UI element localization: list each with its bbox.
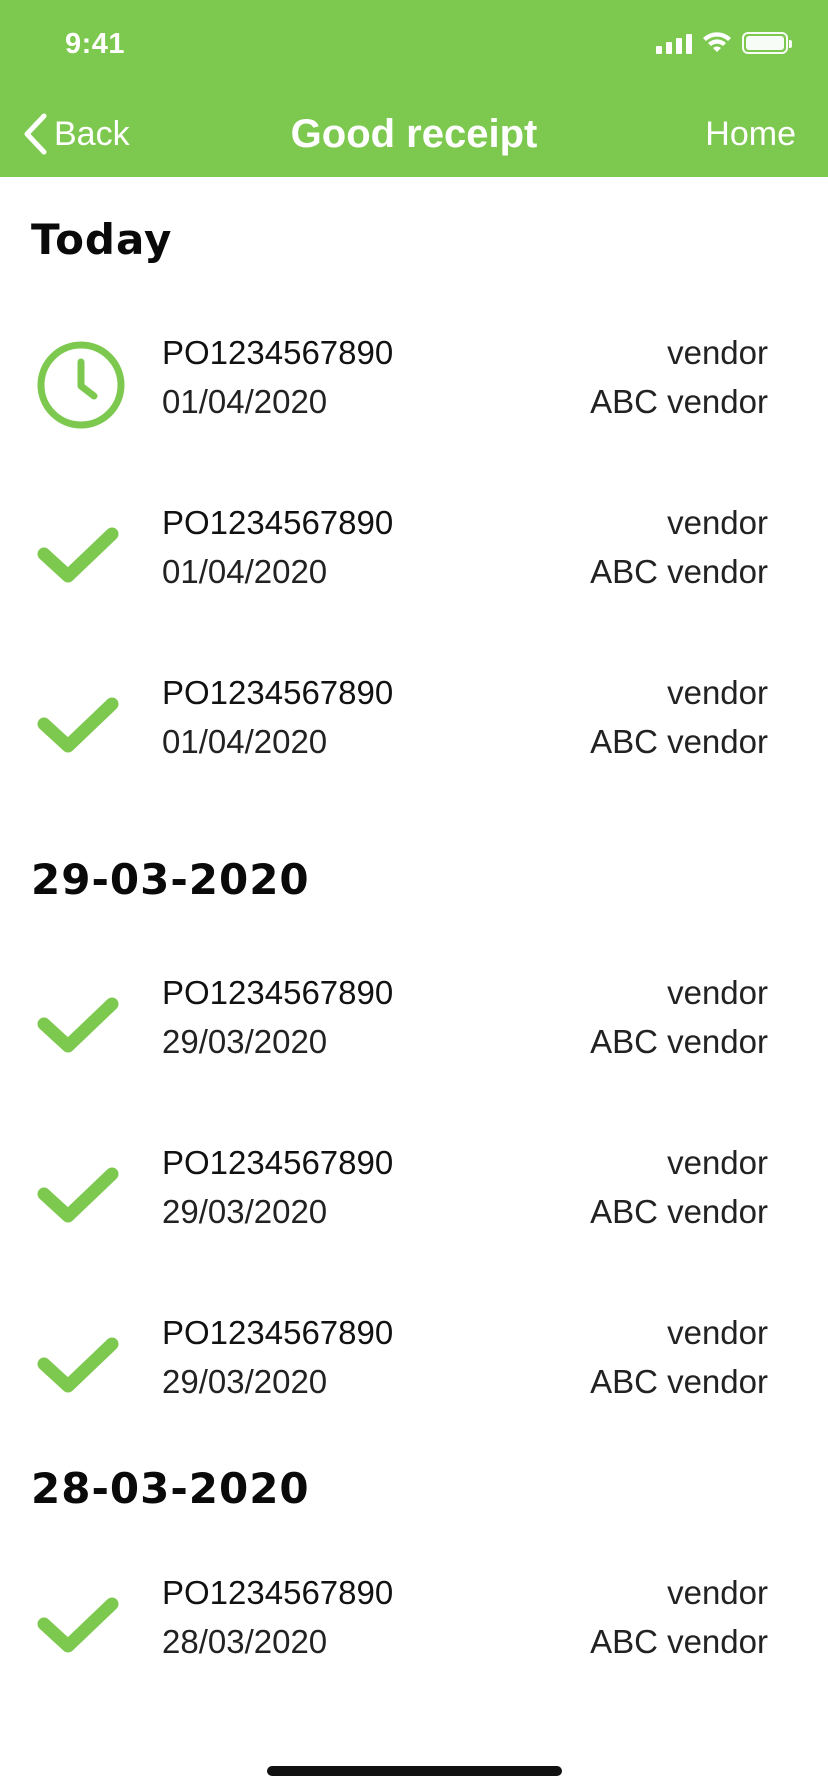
vendor-name: ABC vendor	[590, 553, 768, 590]
receipt-date: 29/03/2020	[162, 1193, 328, 1230]
section-title-today: Today	[31, 215, 173, 264]
page-title: Good receipt	[290, 112, 538, 156]
status-icons	[656, 32, 792, 54]
receipt-date: 01/04/2020	[162, 383, 328, 420]
checkmark-icon	[37, 1337, 119, 1393]
vendor-name: ABC vendor	[590, 1363, 768, 1400]
receipt-date: 29/03/2020	[162, 1023, 328, 1060]
checkmark-icon	[37, 697, 119, 753]
po-number: PO1234567890	[162, 334, 394, 371]
receipt-row[interactable]: PO1234567890 28/03/2020 vendor ABC vendo…	[0, 1566, 828, 1676]
good-receipt-screen: 9:41 Back Good receipt Home Today PO1234…	[0, 0, 828, 1792]
receipt-row[interactable]: PO1234567890 29/03/2020 vendor ABC vendo…	[0, 1136, 828, 1246]
vendor-label: vendor	[667, 1314, 768, 1351]
po-number: PO1234567890	[162, 1144, 394, 1181]
vendor-label: vendor	[667, 674, 768, 711]
vendor-label: vendor	[667, 1144, 768, 1181]
vendor-name: ABC vendor	[590, 1623, 768, 1660]
vendor-name: ABC vendor	[590, 383, 768, 420]
battery-icon	[742, 32, 792, 54]
wifi-icon	[703, 32, 731, 52]
po-number: PO1234567890	[162, 1314, 394, 1351]
home-button[interactable]: Home	[705, 110, 796, 158]
vendor-name: ABC vendor	[590, 723, 768, 760]
receipt-row[interactable]: PO1234567890 01/04/2020 vendor ABC vendo…	[0, 666, 828, 776]
vendor-label: vendor	[667, 1574, 768, 1611]
vendor-label: vendor	[667, 334, 768, 371]
vendor-label: vendor	[667, 504, 768, 541]
header-bar: 9:41 Back Good receipt Home	[0, 0, 828, 177]
vendor-name: ABC vendor	[590, 1023, 768, 1060]
checkmark-icon	[37, 997, 119, 1053]
receipt-date: 29/03/2020	[162, 1363, 328, 1400]
vendor-name: ABC vendor	[590, 1193, 768, 1230]
po-number: PO1234567890	[162, 674, 394, 711]
receipt-row[interactable]: PO1234567890 29/03/2020 vendor ABC vendo…	[0, 966, 828, 1076]
clock-icon	[37, 341, 125, 429]
home-indicator[interactable]	[267, 1766, 562, 1776]
section-title-date: 29-03-2020	[31, 855, 310, 904]
cellular-signal-icon	[656, 32, 692, 54]
receipt-date: 01/04/2020	[162, 723, 328, 760]
checkmark-icon	[37, 1597, 119, 1653]
po-number: PO1234567890	[162, 504, 394, 541]
receipt-date: 01/04/2020	[162, 553, 328, 590]
section-title-date: 28-03-2020	[31, 1464, 310, 1513]
checkmark-icon	[37, 527, 119, 583]
vendor-label: vendor	[667, 974, 768, 1011]
receipt-row[interactable]: PO1234567890 01/04/2020 vendor ABC vendo…	[0, 326, 828, 436]
receipt-date: 28/03/2020	[162, 1623, 328, 1660]
receipt-row[interactable]: PO1234567890 29/03/2020 vendor ABC vendo…	[0, 1306, 828, 1416]
checkmark-icon	[37, 1167, 119, 1223]
po-number: PO1234567890	[162, 1574, 394, 1611]
po-number: PO1234567890	[162, 974, 394, 1011]
status-time: 9:41	[65, 28, 126, 60]
receipt-row[interactable]: PO1234567890 01/04/2020 vendor ABC vendo…	[0, 496, 828, 606]
